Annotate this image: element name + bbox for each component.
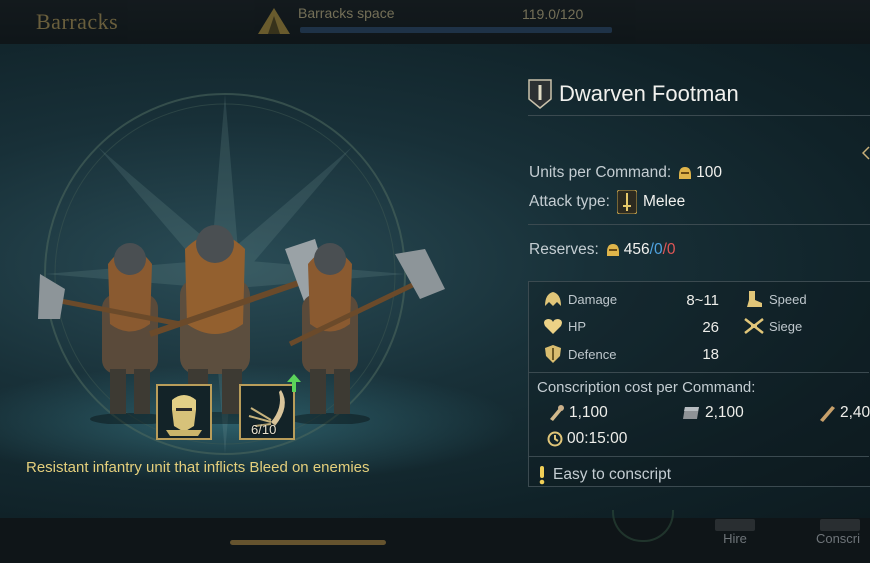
drag-handle[interactable] [230,540,386,545]
conscript-button[interactable]: Conscri [806,518,870,563]
stat-damage: Damage [543,290,617,308]
stat-defence-value: 18 [702,346,719,363]
cost-time: 00:15:00 [547,430,627,448]
skill-slot-bleed[interactable]: 6/10 [239,374,301,440]
food-icon [550,405,564,421]
cost-iron: 2,100 [681,404,744,422]
cost-food: 1,100 [547,404,608,422]
melee-sword-icon [616,190,637,214]
unit-description: Resistant infantry unit that inflicts Bl… [26,459,370,476]
attack-type-value: Melee [642,193,686,210]
iron-ingot-icon [683,407,699,419]
chevron-left-icon[interactable] [862,146,870,160]
clock-icon [547,431,563,447]
stats-box: Damage 8~11 HP 26 Defence 18 Speed Siege… [528,281,870,487]
barracks-space-label: Barracks space [298,5,395,21]
heart-icon [544,319,562,334]
damage-icon [545,292,561,306]
infantry-shield-icon [528,79,552,109]
speed-boot-icon [747,291,762,307]
up-arrow-icon [287,374,301,392]
barracks-space-bar [300,27,612,33]
barracks-space-value: 119.0/120 [522,6,584,22]
reserves-available: 456 [623,241,650,258]
units-per-command-row: Units per Command: 100 [529,164,722,182]
stat-hp-value: 26 [702,319,719,336]
units-per-command-label: Units per Command: [529,164,672,181]
reserves-row: Reserves: 456 /0 /0 [529,241,676,259]
stat-speed: Speed [744,290,807,308]
top-bar: Barracks Barracks space 119.0/120 [0,0,870,44]
dwarf-helm-portrait-icon [166,395,202,436]
attack-type-row: Attack type: Melee [529,190,685,214]
stat-defence: Defence [543,344,616,364]
reserves-training: /0 [649,241,663,258]
hire-button[interactable]: Hire [700,518,770,563]
stat-hp: HP [543,317,586,335]
siege-icon [744,318,764,334]
reserves-label: Reserves: [529,241,599,258]
cost-wood: 2,40 [818,404,870,422]
unit-name: Dwarven Footman [559,81,739,106]
tent-icon [258,8,290,34]
attack-type-label: Attack type: [529,193,610,210]
barracks-title: Barracks [36,9,119,34]
bottom-bar: Hire Conscri [0,510,870,563]
wood-icon [820,406,835,422]
conscription-cost-title: Conscription cost per Command: [537,379,756,396]
defence-shield-icon [545,345,561,363]
stat-damage-value: 8~11 [686,292,719,309]
skill-slot-portrait[interactable] [156,384,212,440]
conscript-note: Easy to conscript [537,465,671,485]
exclamation-icon [539,466,545,485]
helmet-icon [679,167,692,179]
conscript-dial [612,510,674,542]
reserves-wounded: /0 [662,241,676,258]
stat-siege: Siege [744,317,802,335]
units-per-command-value: 100 [696,164,723,181]
helmet-icon [606,244,619,256]
skill-level-count: 6/10 [251,422,277,437]
